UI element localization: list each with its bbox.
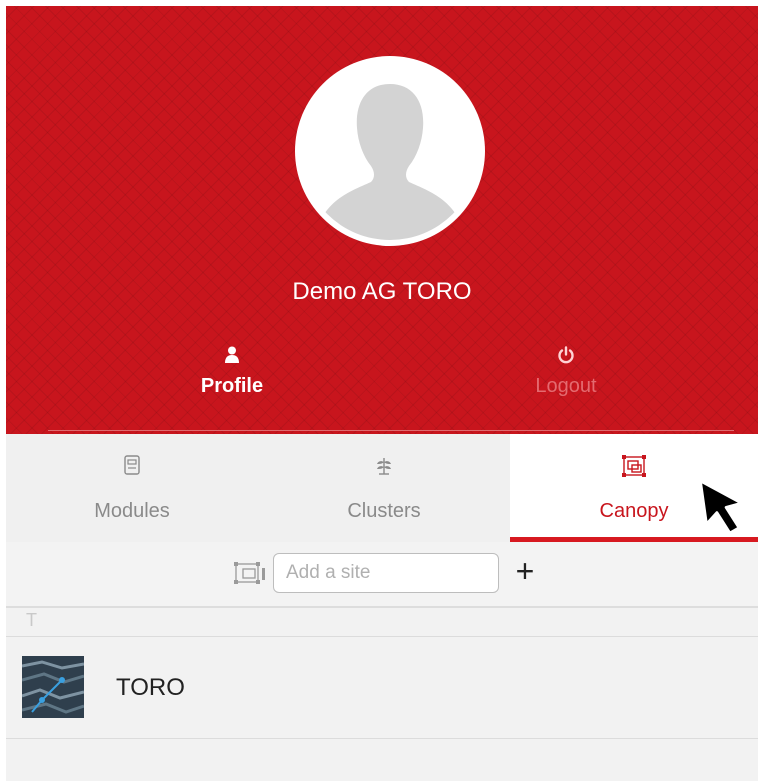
list-divider [6,636,758,637]
header-divider [48,430,734,431]
section-letter: T [26,610,37,630]
add-site-bar: + [6,542,758,608]
tab-modules[interactable]: Modules [6,434,258,542]
add-site-button[interactable]: + [508,552,542,592]
add-site-input[interactable] [273,553,499,593]
tab-clusters-label: Clusters [347,500,421,522]
map-thumbnail-icon [22,656,84,718]
logout-label: Logout [535,375,597,397]
power-icon [558,346,574,364]
app-frame: Demo AG TORO Profile Logout Modules Clus… [6,6,758,781]
module-icon [124,455,140,475]
profile-button[interactable]: Profile [162,346,302,398]
profile-header: Demo AG TORO Profile Logout [6,6,758,434]
plant-icon [377,458,391,475]
list-divider [6,738,758,739]
mouse-pointer-icon [702,479,744,535]
profile-label: Profile [200,375,264,397]
list-item[interactable]: TORO [6,638,758,738]
canopy-frame-icon [622,455,646,477]
list-item-label: TORO [116,674,185,701]
user-name: Demo AG TORO [292,278,472,305]
avatar[interactable] [295,56,485,246]
logout-button[interactable]: Logout [496,346,636,398]
user-icon [225,346,239,363]
site-map-icon [234,562,265,584]
user-silhouette-icon [301,62,479,240]
tab-modules-label: Modules [94,500,170,522]
tab-bar: Modules Clusters Canopy [6,434,758,542]
tab-clusters[interactable]: Clusters [258,434,510,542]
